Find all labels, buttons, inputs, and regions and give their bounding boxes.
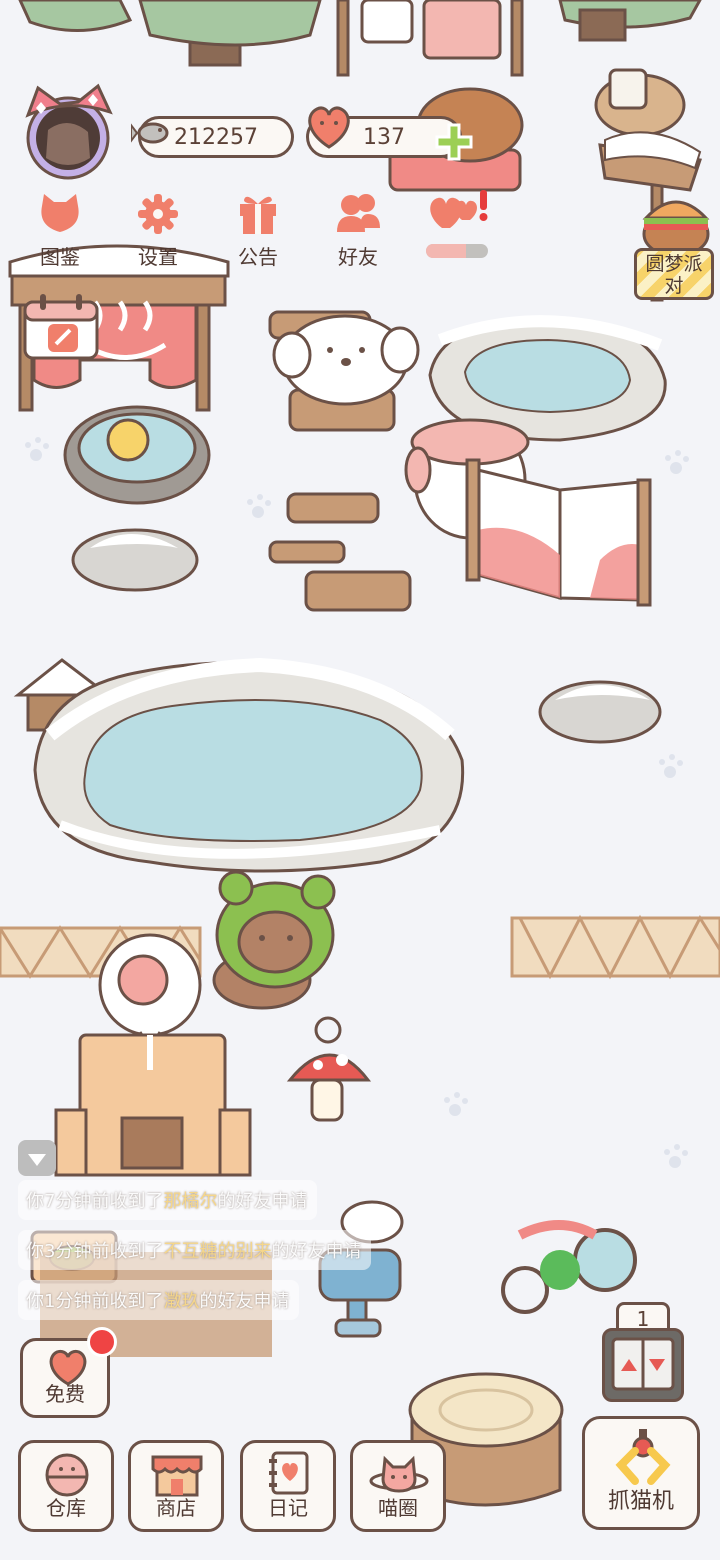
event-label-box: 圆梦派对 bbox=[634, 248, 714, 300]
friends-icon bbox=[334, 192, 382, 240]
chat-player-name[interactable]: 澂玖 bbox=[163, 1287, 199, 1313]
nav-label: 喵圈 bbox=[378, 1496, 418, 1520]
gear-icon bbox=[136, 192, 180, 240]
gift-icon bbox=[236, 190, 280, 240]
menu-label: 好友 bbox=[338, 245, 378, 269]
claw-label: 抓猫机 bbox=[607, 1489, 674, 1514]
menu-settings[interactable]: 设置 bbox=[116, 186, 200, 270]
fish-currency[interactable]: 212257 bbox=[130, 116, 294, 158]
chat-text: 你1分钟前收到了 bbox=[26, 1291, 164, 1312]
menu-collection[interactable]: 图鉴 bbox=[18, 186, 102, 270]
heart-count: 137 bbox=[363, 124, 405, 150]
menu-label: 图鉴 bbox=[40, 245, 80, 269]
chat-toggle-button[interactable] bbox=[18, 1140, 56, 1176]
fish-count: 212257 bbox=[174, 124, 258, 150]
interaction-progress-bar bbox=[426, 244, 488, 258]
pond-large bbox=[33, 657, 465, 873]
elevator-door-icon bbox=[602, 1328, 684, 1402]
nav-cat-circle[interactable]: 喵圈 bbox=[350, 1440, 446, 1532]
fish-icon bbox=[130, 111, 175, 155]
nav-shop[interactable]: 商店 bbox=[128, 1440, 224, 1532]
bicycle bbox=[501, 1220, 637, 1314]
banner-post bbox=[336, 0, 524, 77]
chat-text: 你3分钟前收到了 bbox=[26, 1241, 164, 1262]
menu-label: 设置 bbox=[138, 245, 178, 269]
chat-player-name[interactable]: 那橘尔 bbox=[163, 1187, 217, 1213]
player-avatar[interactable] bbox=[18, 80, 118, 180]
hot-tub-small bbox=[63, 405, 211, 505]
event-party-button[interactable]: 圆梦派对 bbox=[628, 190, 718, 302]
mushroom-lamp bbox=[286, 1016, 372, 1122]
chat-player-name[interactable]: 不互糖的别来 bbox=[163, 1237, 271, 1263]
trees-top bbox=[18, 0, 702, 67]
menu-interactions[interactable] bbox=[416, 180, 500, 264]
menu-label: 公告 bbox=[238, 245, 278, 269]
elevator-button[interactable]: 1 bbox=[602, 1302, 684, 1402]
chat-heart-icon bbox=[26, 1148, 48, 1172]
claw-machine-button[interactable]: 抓猫机 bbox=[582, 1416, 700, 1530]
heart-icon bbox=[303, 103, 355, 151]
box-house bbox=[54, 1033, 252, 1177]
nav-label: 日记 bbox=[268, 1496, 308, 1520]
chat-message: 你1分钟前收到了 澂玖 的好友申请 bbox=[18, 1280, 300, 1320]
free-button[interactable]: 免费 bbox=[20, 1327, 117, 1418]
chat-message: 你7分钟前收到了 那橘尔 的好友申请 bbox=[18, 1180, 318, 1220]
chat-text: 你7分钟前收到了 bbox=[26, 1191, 164, 1212]
calendar-button[interactable] bbox=[22, 292, 100, 362]
nav-label: 商店 bbox=[156, 1496, 196, 1520]
menu-announcement[interactable]: 公告 bbox=[216, 186, 300, 270]
folding-screen bbox=[465, 458, 652, 607]
add-hearts-icon[interactable] bbox=[435, 123, 473, 161]
thought-bubble bbox=[98, 933, 202, 1051]
nav-label: 仓库 bbox=[46, 1496, 86, 1520]
heart-currency[interactable]: 137 bbox=[306, 106, 473, 161]
interaction-progress-fill bbox=[426, 244, 467, 258]
free-label: 免费 bbox=[45, 1382, 85, 1406]
nav-diary[interactable]: 日记 bbox=[240, 1440, 336, 1532]
frog-hat-dog bbox=[212, 870, 336, 1010]
nav-warehouse[interactable]: 仓库 bbox=[18, 1440, 114, 1532]
hearts-alert-icon bbox=[426, 190, 490, 236]
chat-text: 的好友申请 bbox=[199, 1291, 290, 1312]
chat-text: 的好友申请 bbox=[217, 1191, 308, 1212]
cat-head-icon bbox=[36, 192, 84, 240]
chat-message: 你3分钟前收到了 不互糖的别来 的好友申请 bbox=[18, 1230, 372, 1270]
chat-text: 的好友申请 bbox=[271, 1241, 362, 1262]
notification-dot bbox=[87, 1327, 117, 1357]
menu-friends[interactable]: 好友 bbox=[316, 186, 400, 270]
